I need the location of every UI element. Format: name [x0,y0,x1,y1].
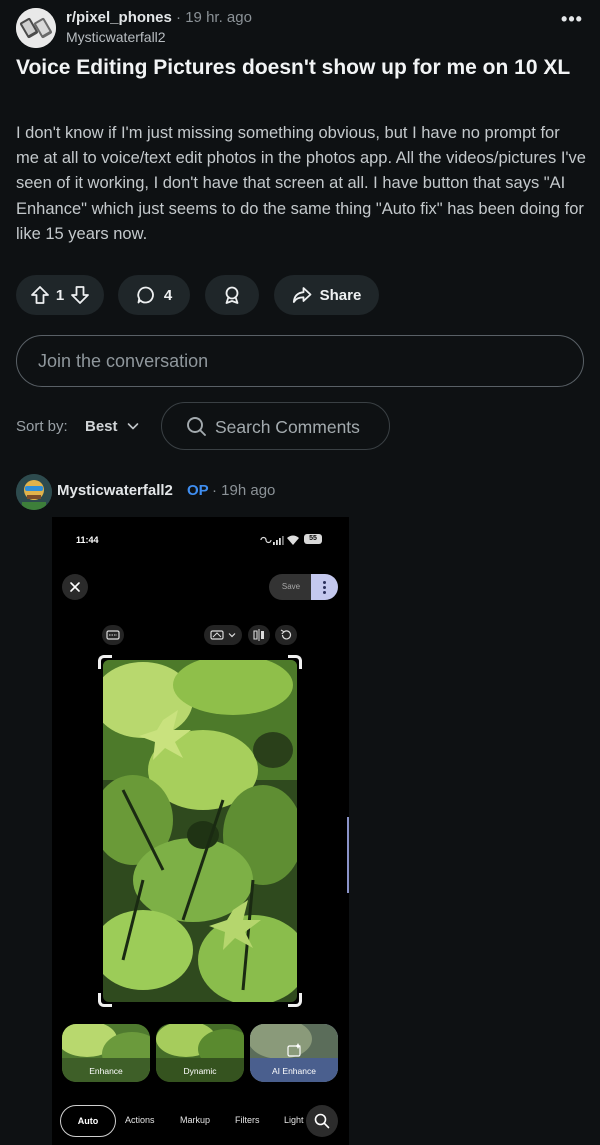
upvote-icon[interactable] [30,285,50,305]
chevron-down-icon[interactable] [126,419,140,438]
filter-label: Enhance [89,1066,123,1076]
vote-control: 1 [16,275,104,315]
close-button[interactable] [62,574,88,600]
crop-handle-bottom-left[interactable] [98,993,112,1007]
post-body: I don't know if I'm just missing somethi… [16,124,586,243]
aspect-ratio-icon[interactable] [102,625,124,645]
share-label: Share [319,286,362,304]
comment-time: · 19h ago [212,482,276,499]
overflow-menu-icon[interactable] [311,574,338,600]
award-button[interactable] [205,275,259,315]
subreddit-name[interactable]: r/pixel_phones [66,9,172,26]
close-icon [70,582,80,592]
post-title: Voice Editing Pictures doesn't show up f… [16,56,571,79]
post-header: r/pixel_phones · 19 hr. ago Mysticwaterf… [16,8,584,48]
search-icon [314,1113,330,1129]
vote-count: 1 [55,286,65,304]
flip-icon[interactable] [248,625,270,645]
tab-markup[interactable]: Markup [180,1115,210,1125]
crop-format-icon[interactable] [204,625,242,645]
save-button[interactable]: Save [269,574,313,600]
op-badge: OP [187,482,209,499]
battery-indicator: 55 [304,534,322,544]
subreddit-line: r/pixel_phones · 19 hr. ago [66,9,252,26]
comment-avatar[interactable] [16,474,52,510]
tab-light[interactable]: Light [284,1115,304,1125]
leaf-photo [103,660,297,1002]
filter-ai-enhance[interactable]: AI Enhance [250,1024,338,1082]
comment-icon [136,285,156,305]
share-icon [292,285,312,305]
search-icon [187,417,206,436]
sort-label: Sort by: [16,418,68,435]
search-comments-button[interactable]: Search Comments [161,402,390,450]
comment-image[interactable]: 11:44 55 Save Enhance Dynamic AI Enhance… [52,517,349,1145]
subreddit-avatar[interactable] [16,8,56,48]
tab-filters[interactable]: Filters [235,1115,260,1125]
share-button[interactable]: Share [274,275,379,315]
editor-search-button[interactable] [306,1105,338,1137]
comments-button[interactable]: 4 [118,275,190,315]
filter-enhance[interactable]: Enhance [62,1024,150,1082]
comment-count: 4 [163,286,173,304]
filter-label: AI Enhance [272,1066,316,1076]
comment-author[interactable]: Mysticwaterfall2 [57,482,173,499]
scrollbar[interactable] [347,817,349,893]
join-conversation-placeholder: Join the conversation [38,351,209,371]
filter-label: Dynamic [183,1066,217,1076]
crop-frame[interactable] [98,655,302,1007]
crop-handle-bottom-right[interactable] [288,993,302,1007]
search-comments-label: Search Comments [215,417,360,437]
separator-dot: · [176,9,182,26]
award-icon [222,285,242,305]
tab-auto[interactable]: Auto [60,1105,116,1137]
status-time: 11:44 [76,535,99,545]
join-conversation-input[interactable]: Join the conversation [16,335,584,387]
filter-dynamic[interactable]: Dynamic [156,1024,244,1082]
downvote-icon[interactable] [70,285,90,305]
status-icons [260,535,299,545]
crop-handle-top-right[interactable] [288,655,302,669]
tab-actions[interactable]: Actions [125,1115,155,1125]
post-time: 19 hr. ago [185,9,252,26]
rotate-icon[interactable] [275,625,297,645]
crop-handle-top-left[interactable] [98,655,112,669]
post-author[interactable]: Mysticwaterfall2 [66,29,166,45]
sort-dropdown[interactable]: Best [85,418,118,435]
more-options-icon[interactable]: ••• [560,10,584,36]
editor-tabs: Auto Actions Markup Filters Light [60,1105,344,1137]
